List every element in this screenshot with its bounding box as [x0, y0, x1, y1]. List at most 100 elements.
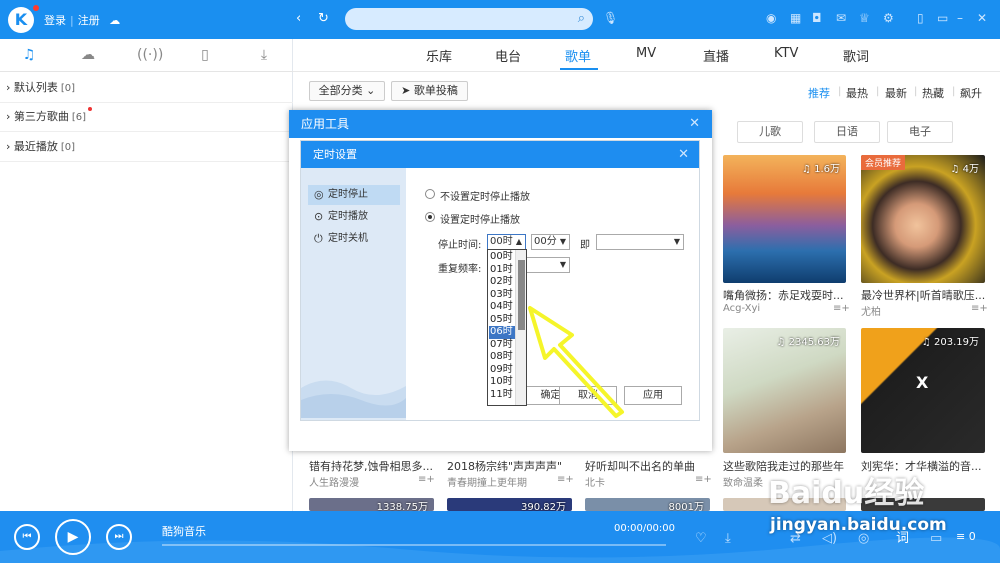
voice-search-icon[interactable]: 🎙: [603, 11, 618, 25]
card-author[interactable]: 致命温柔: [723, 474, 763, 489]
queue-button[interactable]: ≡ 0: [956, 530, 976, 543]
triangle-down-icon: ▼: [559, 260, 566, 269]
search-icon[interactable]: ⌕: [578, 11, 585, 26]
download-icon[interactable]: ⤓: [254, 47, 274, 63]
tab-radio[interactable]: 电台: [495, 46, 521, 65]
play-button[interactable]: ▶: [55, 519, 91, 555]
progress-bar[interactable]: [162, 544, 666, 546]
dialog-title: 应用工具: [289, 110, 712, 138]
playlist-cover[interactable]: 8001万: [585, 498, 710, 511]
tab-ktv[interactable]: KTV: [774, 46, 798, 61]
card-title[interactable]: 错有持花梦,蚀骨相思多...: [309, 458, 434, 474]
register-link[interactable]: 注册: [78, 14, 100, 27]
add-list-icon[interactable]: ≡+: [418, 474, 435, 485]
close-icon[interactable]: ✕: [689, 116, 700, 131]
cloud-icon[interactable]: ☁: [78, 47, 98, 63]
chevron-down-icon: ⌄: [366, 84, 376, 97]
game-icon[interactable]: ◘: [812, 11, 822, 25]
playlist-cover[interactable]: 390.82万: [447, 498, 572, 511]
playlist-cover[interactable]: ♫ 1.6万: [723, 155, 846, 283]
sort-hottest[interactable]: 最热: [846, 85, 868, 101]
expand-arrow-icon: ›: [6, 110, 11, 123]
kugou-logo-icon[interactable]: K: [8, 7, 34, 33]
card-title[interactable]: 2018杨宗纬"声声声声": [447, 458, 572, 474]
search-input[interactable]: ⌕: [345, 8, 593, 30]
tab-lyrics[interactable]: 歌词: [843, 46, 869, 65]
sidebar-item-timed-stop[interactable]: ◎ 定时停止: [308, 185, 400, 205]
close-icon[interactable]: ✕: [678, 147, 689, 162]
play-circle-icon[interactable]: ◉: [766, 11, 776, 25]
category-dropdown[interactable]: 全部分类 ⌄: [309, 81, 385, 101]
card-title[interactable]: 嘴角微扬：赤足戏耍时...: [723, 287, 846, 303]
card-author[interactable]: 青春期撞上更年期: [447, 474, 527, 489]
repeat-select[interactable]: ▼: [525, 257, 570, 273]
tab-playlists[interactable]: 歌单: [565, 46, 591, 65]
add-list-icon[interactable]: ≡+: [557, 474, 574, 485]
divider: |: [914, 86, 918, 97]
hour-option[interactable]: 01时: [489, 264, 515, 277]
download-icon[interactable]: ⤓: [725, 531, 731, 546]
set-timer-label: 设置定时停止播放: [440, 215, 520, 226]
tab-mv[interactable]: MV: [636, 46, 656, 61]
tab-library[interactable]: 乐库: [426, 46, 452, 65]
back-icon[interactable]: ‹: [296, 11, 301, 27]
playlist-cover[interactable]: ♫ 203.19万 X: [861, 328, 985, 453]
card-author[interactable]: Acg-Xyi: [723, 303, 760, 314]
mail-icon[interactable]: ✉: [836, 11, 846, 25]
wave-decoration: [301, 380, 406, 418]
card-title[interactable]: 最冷世界杯|听首晴歌压...: [861, 287, 985, 303]
action-select[interactable]: ▼: [596, 234, 684, 250]
hour-select[interactable]: 00时 ▲: [487, 234, 526, 250]
next-button[interactable]: ⏭: [106, 524, 132, 550]
add-list-icon[interactable]: ≡+: [833, 303, 850, 314]
submit-playlist-button[interactable]: ➤ 歌单投稿: [391, 81, 468, 101]
tab-live[interactable]: 直播: [703, 46, 729, 65]
mini-mode-icon[interactable]: ▭: [937, 11, 948, 25]
tag-kids[interactable]: 儿歌: [737, 121, 803, 143]
radio-icon[interactable]: ((·)): [137, 47, 163, 63]
vip-badge: 会员推荐: [861, 155, 906, 170]
sidebar-item-timed-shutdown[interactable]: ⏻ 定时关机: [308, 229, 408, 249]
mobile-icon[interactable]: ▯: [917, 11, 924, 25]
playlist-cover[interactable]: ♫ 2345.63万: [723, 328, 846, 453]
sidebar-item-timed-play[interactable]: ⊙ 定时播放: [308, 207, 408, 227]
sort-hot-collected[interactable]: 热藏: [922, 85, 944, 101]
settings-icon[interactable]: ⚙: [883, 11, 894, 25]
card-author[interactable]: 尤柏: [861, 303, 881, 318]
list-item[interactable]: › 第三方歌曲 [6]: [0, 101, 293, 132]
hour-option[interactable]: 00时: [489, 251, 515, 264]
minimize-icon[interactable]: –: [957, 11, 963, 25]
music-note-icon[interactable]: ♫: [19, 47, 39, 63]
card-title[interactable]: 好听却叫不出名的单曲: [585, 458, 710, 474]
minute-select[interactable]: 00分 ▼: [531, 234, 570, 250]
cloud-sync-icon[interactable]: ☁: [109, 14, 120, 27]
send-icon: ➤: [401, 84, 411, 97]
heart-icon[interactable]: ♡: [695, 531, 707, 546]
expand-arrow-icon: ›: [6, 140, 11, 153]
sort-newest[interactable]: 最新: [885, 85, 907, 101]
sort-rising[interactable]: 飙升: [960, 85, 982, 101]
play-count: ♫ 203.19万: [921, 337, 979, 348]
add-list-icon[interactable]: ≡+: [971, 303, 988, 314]
previous-button[interactable]: ⏮: [14, 524, 40, 550]
playlist-cover[interactable]: 会员推荐 ♫ 4万: [861, 155, 985, 283]
list-item[interactable]: › 最近播放 [0]: [0, 131, 293, 162]
stop-time-label: 停止时间:: [438, 240, 482, 251]
card-author[interactable]: 人生路漫漫: [309, 474, 359, 489]
no-timer-radio[interactable]: [425, 189, 435, 199]
set-timer-radio[interactable]: [425, 212, 435, 222]
tag-electronic[interactable]: 电子: [887, 121, 953, 143]
login-link[interactable]: 登录: [44, 14, 66, 27]
refresh-icon[interactable]: ↻: [318, 11, 329, 27]
hour-option[interactable]: 02时: [489, 276, 515, 289]
playlist-cover[interactable]: 1338.75万: [309, 498, 434, 511]
sort-recommended[interactable]: 推荐: [808, 85, 830, 101]
card-author[interactable]: 北卡: [585, 474, 605, 489]
device-icon[interactable]: ▯: [195, 47, 215, 63]
apps-icon[interactable]: ▦: [790, 11, 801, 25]
skin-icon[interactable]: ♕: [859, 11, 870, 25]
close-icon[interactable]: ✕: [977, 11, 987, 25]
tag-japanese[interactable]: 日语: [814, 121, 880, 143]
add-list-icon[interactable]: ≡+: [695, 474, 712, 485]
list-item[interactable]: › 默认列表 [0]: [0, 72, 293, 103]
